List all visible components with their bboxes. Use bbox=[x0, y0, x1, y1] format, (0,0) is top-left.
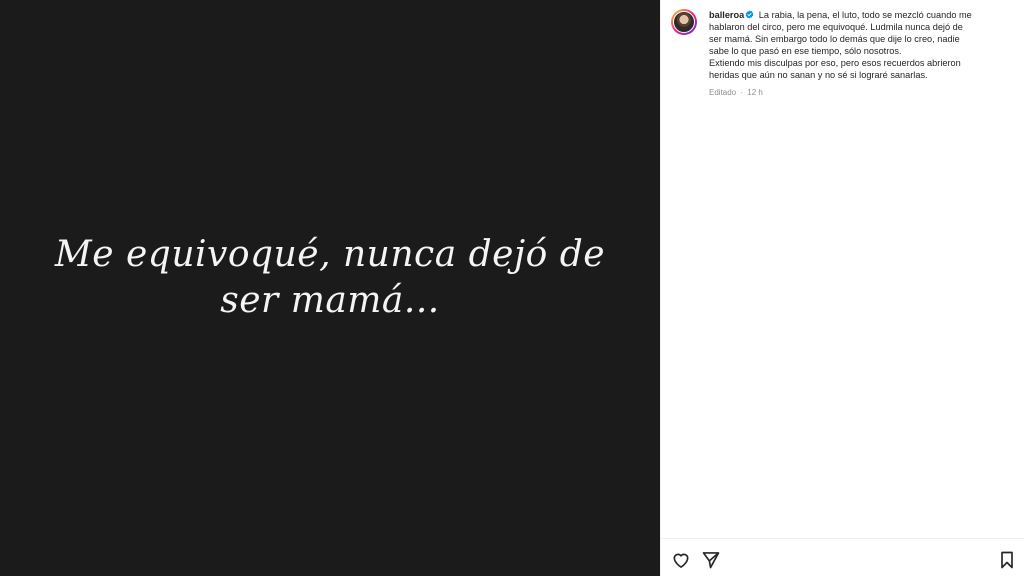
caption-text-line-2: hablaron del circo, pero me equivoqué. L… bbox=[709, 22, 963, 32]
caption-text-line-4: sabe lo que pasó en ese tiempo, sólo nos… bbox=[709, 46, 902, 56]
edited-label: Editado bbox=[709, 88, 737, 97]
caption-first-line: balleroa La rabia, la pena, el luto, tod… bbox=[709, 9, 1009, 21]
caption-text-line-5: Extiendo mis disculpas por eso, pero eso… bbox=[709, 58, 961, 68]
caption-text-line-1: La rabia, la pena, el luto, todo se mezc… bbox=[758, 10, 972, 20]
action-bar bbox=[661, 538, 1024, 576]
avatar-image bbox=[673, 11, 695, 33]
caption-text-line-6: heridas que aún no sanan y no sé si logr… bbox=[709, 70, 928, 80]
post-media-text-line-1: Me equivoqué, nunca dejó de bbox=[54, 234, 606, 275]
post-meta: Editado · 12 h bbox=[709, 87, 1009, 99]
paper-plane-icon[interactable] bbox=[701, 550, 721, 570]
post-side-panel: balleroa La rabia, la pena, el luto, tod… bbox=[660, 0, 1024, 576]
caption-block: balleroa La rabia, la pena, el luto, tod… bbox=[671, 9, 1015, 99]
avatar[interactable] bbox=[671, 9, 697, 35]
verified-badge-icon bbox=[745, 10, 754, 19]
username-link[interactable]: balleroa bbox=[709, 10, 744, 20]
post-viewer: Me equivoqué, nunca dejó de ser mamá... … bbox=[0, 0, 1024, 576]
meta-separator: · bbox=[740, 88, 744, 97]
post-media-text-line-2: ser mamá... bbox=[220, 280, 440, 321]
caption-text-line-3: ser mamá. Sin embargo todo lo demás que … bbox=[709, 34, 960, 44]
caption-body: balleroa La rabia, la pena, el luto, tod… bbox=[709, 9, 1009, 99]
post-media-text: Me equivoqué, nunca dejó de ser mamá... bbox=[0, 232, 660, 324]
bookmark-outline-icon[interactable] bbox=[997, 550, 1017, 570]
post-timestamp[interactable]: 12 h bbox=[747, 88, 763, 97]
heart-outline-icon[interactable] bbox=[671, 550, 691, 570]
post-media[interactable]: Me equivoqué, nunca dejó de ser mamá... bbox=[0, 0, 660, 576]
